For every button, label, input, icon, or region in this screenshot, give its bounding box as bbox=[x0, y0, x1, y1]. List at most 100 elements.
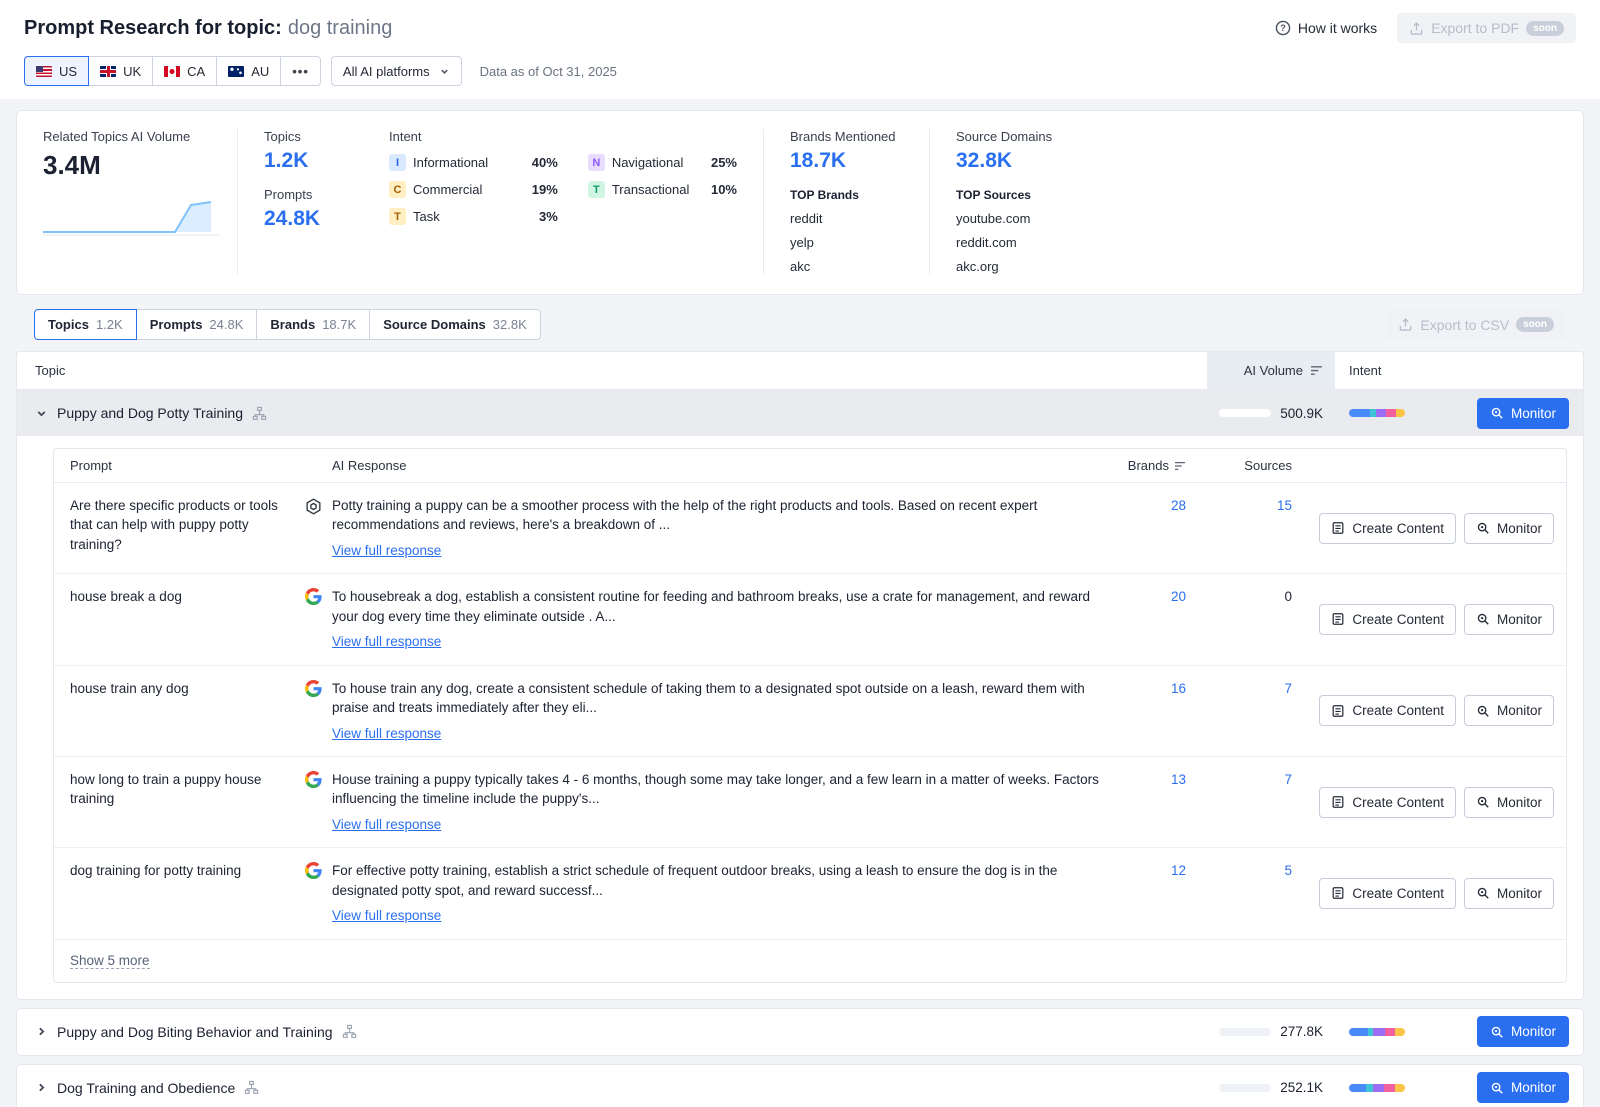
brands-count[interactable]: 20 bbox=[1171, 587, 1186, 606]
chevron-right-icon[interactable] bbox=[33, 1080, 49, 1096]
topics-table-card: Topic AI Volume Intent Puppy and Dog Pot… bbox=[16, 351, 1584, 1000]
monitor-button[interactable]: Monitor bbox=[1464, 695, 1554, 726]
topic-card: Dog Training and Obedience 252.1K Monito… bbox=[16, 1064, 1584, 1107]
ai-engine-icon-cell bbox=[294, 587, 332, 605]
google-icon bbox=[305, 680, 322, 697]
ai-volume-value: 500.9K bbox=[1280, 406, 1323, 421]
prompt-row: Are there specific products or tools tha… bbox=[54, 483, 1566, 574]
chevron-right-icon[interactable] bbox=[33, 1024, 49, 1040]
page-title: Prompt Research for topic:dog training bbox=[24, 17, 392, 40]
tab-prompts[interactable]: Prompts 24.8K bbox=[136, 309, 258, 340]
brands-count[interactable]: 28 bbox=[1171, 496, 1186, 515]
brands-count[interactable]: 16 bbox=[1171, 679, 1186, 698]
soon-badge: soon bbox=[1516, 317, 1554, 332]
ai-volume-column-header[interactable]: AI Volume bbox=[1207, 352, 1335, 389]
country-chip-ca[interactable]: CA bbox=[152, 56, 217, 86]
intent-cell: Monitor bbox=[1335, 1072, 1583, 1103]
ai-volume-cell: 277.8K bbox=[1207, 1024, 1335, 1039]
sources-count[interactable]: 7 bbox=[1284, 681, 1292, 696]
monitor-button[interactable]: Monitor bbox=[1477, 1016, 1569, 1047]
tab-count: 32.8K bbox=[493, 317, 527, 332]
brands-mentioned-label: Brands Mentioned bbox=[790, 129, 903, 144]
create-content-button[interactable]: Create Content bbox=[1319, 604, 1456, 635]
brands-column-header[interactable]: Brands bbox=[1122, 458, 1186, 473]
monitor-button[interactable]: Monitor bbox=[1464, 513, 1554, 544]
source-domains-value: 32.8K bbox=[956, 149, 1103, 173]
monitor-label: Monitor bbox=[1497, 521, 1542, 536]
create-content-icon bbox=[1331, 795, 1345, 809]
monitor-button[interactable]: Monitor bbox=[1464, 787, 1554, 818]
show-more-link[interactable]: Show 5 more bbox=[70, 953, 150, 969]
monitor-button[interactable]: Monitor bbox=[1477, 398, 1569, 429]
related-topics-volume-label: Related Topics AI Volume bbox=[43, 129, 211, 144]
sitemap-icon bbox=[244, 1080, 259, 1095]
uk-flag-icon bbox=[100, 66, 116, 77]
monitor-icon bbox=[1476, 886, 1490, 900]
monitor-icon bbox=[1476, 612, 1490, 626]
monitor-button[interactable]: Monitor bbox=[1477, 1072, 1569, 1103]
topic-row-collapsed[interactable]: Dog Training and Obedience 252.1K Monito… bbox=[17, 1065, 1583, 1107]
create-content-button[interactable]: Create Content bbox=[1319, 695, 1456, 726]
create-content-button[interactable]: Create Content bbox=[1319, 513, 1456, 544]
tab-topics[interactable]: Topics 1.2K bbox=[34, 309, 137, 340]
more-countries-button[interactable]: ••• bbox=[280, 56, 321, 86]
ai-platforms-value: All AI platforms bbox=[343, 64, 430, 79]
sort-icon[interactable] bbox=[1310, 365, 1323, 376]
tab-brands[interactable]: Brands 18.7K bbox=[256, 309, 370, 340]
top-brand-item: reddit bbox=[790, 211, 903, 226]
topic-row-expanded[interactable]: Puppy and Dog Potty Training 500.9K Moni… bbox=[17, 390, 1583, 436]
export-csv-button[interactable]: Export to CSV soon bbox=[1386, 310, 1566, 340]
monitor-label: Monitor bbox=[1497, 886, 1542, 901]
topic-row-collapsed[interactable]: Puppy and Dog Biting Behavior and Traini… bbox=[17, 1009, 1583, 1055]
monitor-button[interactable]: Monitor bbox=[1464, 878, 1554, 909]
sort-icon[interactable] bbox=[1174, 461, 1186, 471]
tab-count: 24.8K bbox=[209, 317, 243, 332]
intent-item-label: Navigational bbox=[612, 155, 684, 170]
top-source-item: reddit.com bbox=[956, 235, 1103, 250]
ai-volume-cell: 252.1K bbox=[1207, 1080, 1335, 1095]
au-flag-icon bbox=[228, 66, 244, 77]
country-chip-au[interactable]: AU bbox=[216, 56, 281, 86]
sources-count[interactable]: 0 bbox=[1284, 589, 1292, 604]
intent-cell: Monitor bbox=[1335, 1016, 1583, 1047]
export-pdf-button[interactable]: Export to PDF soon bbox=[1397, 13, 1576, 43]
volume-bar bbox=[1219, 1084, 1271, 1092]
view-full-response-link[interactable]: View full response bbox=[332, 632, 441, 651]
commercial-badge: C bbox=[389, 181, 406, 198]
create-content-button[interactable]: Create Content bbox=[1319, 787, 1456, 818]
prompt-text: house train any dog bbox=[54, 679, 294, 698]
brands-count[interactable]: 13 bbox=[1171, 770, 1186, 789]
monitor-label: Monitor bbox=[1511, 1024, 1556, 1039]
view-full-response-link[interactable]: View full response bbox=[332, 724, 441, 743]
export-csv-label: Export to CSV bbox=[1420, 317, 1509, 333]
sources-count[interactable]: 5 bbox=[1284, 863, 1292, 878]
country-chip-us[interactable]: US bbox=[24, 56, 89, 86]
brands-count[interactable]: 12 bbox=[1171, 861, 1186, 880]
view-full-response-link[interactable]: View full response bbox=[332, 541, 441, 560]
google-icon bbox=[305, 862, 322, 879]
view-full-response-link[interactable]: View full response bbox=[332, 906, 441, 925]
prompt-row: house train any dog To house train any d… bbox=[54, 666, 1566, 757]
ca-flag-icon bbox=[164, 66, 180, 77]
chevron-down-icon[interactable] bbox=[33, 405, 49, 421]
intent-transactional: T Transactional 10% bbox=[588, 181, 737, 198]
sitemap-icon bbox=[252, 406, 267, 421]
monitor-button[interactable]: Monitor bbox=[1464, 604, 1554, 635]
ai-engine-icon-cell bbox=[294, 679, 332, 697]
sources-count[interactable]: 7 bbox=[1284, 772, 1292, 787]
ai-volume-cell: 500.9K bbox=[1207, 406, 1335, 421]
tab-label: Topics bbox=[48, 317, 89, 332]
create-content-button[interactable]: Create Content bbox=[1319, 878, 1456, 909]
prompts-label: Prompts bbox=[264, 187, 337, 202]
country-chip-uk[interactable]: UK bbox=[88, 56, 153, 86]
ai-platforms-dropdown[interactable]: All AI platforms bbox=[331, 56, 462, 86]
how-it-works-link[interactable]: ? How it works bbox=[1275, 20, 1377, 36]
navigational-badge: N bbox=[588, 154, 605, 171]
view-full-response-link[interactable]: View full response bbox=[332, 815, 441, 834]
data-as-of-label: Data as of Oct 31, 2025 bbox=[480, 64, 617, 79]
tab-source-domains[interactable]: Source Domains 32.8K bbox=[369, 309, 541, 340]
ai-response: For effective potty training, establish … bbox=[332, 861, 1122, 925]
intent-item-label: Transactional bbox=[612, 182, 690, 197]
volume-bar bbox=[1219, 1028, 1271, 1036]
sources-count[interactable]: 15 bbox=[1277, 498, 1292, 513]
